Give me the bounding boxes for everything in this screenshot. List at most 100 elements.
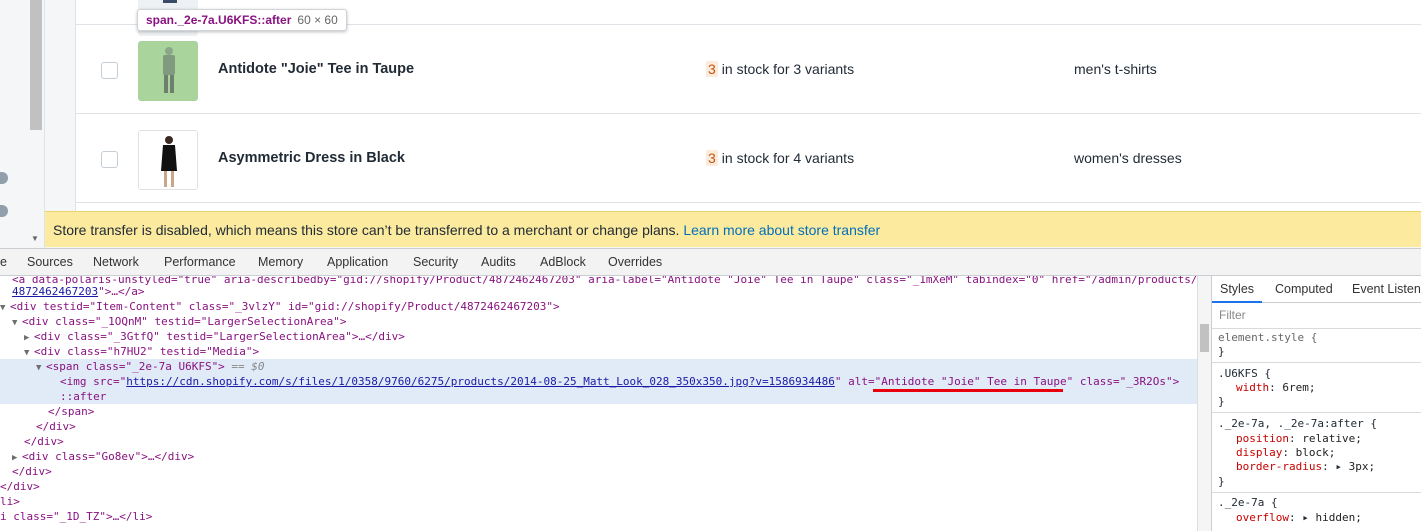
- dom-node[interactable]: </div>: [0, 479, 1197, 494]
- tab-event-listeners[interactable]: Event Listene: [1352, 282, 1421, 296]
- tab-application[interactable]: Application: [327, 255, 388, 269]
- css-declaration[interactable]: width: 6rem;: [1236, 381, 1316, 395]
- tab-network[interactable]: Network: [93, 255, 139, 269]
- stock-text: in stock for 3 variants: [721, 61, 855, 77]
- product-row[interactable]: Asymmetric Dress in Black 3 in stock for …: [76, 114, 1421, 203]
- row-checkbox[interactable]: [101, 62, 118, 79]
- eye-icon[interactable]: [0, 205, 8, 217]
- product-image: [139, 42, 197, 100]
- dom-node[interactable]: ▼ <div testid="Item-Content" class="_3vlz…: [0, 299, 1197, 314]
- dom-node-text: </div>: [12, 465, 52, 478]
- dom-href-link[interactable]: 4872462467203: [12, 285, 98, 298]
- dom-node[interactable]: ▶ <div class="Go8ev">…</div>: [0, 449, 1197, 464]
- css-value: hidden;: [1315, 511, 1362, 524]
- inspector-tooltip: span._2e-7a.U6KFS::after 60 × 60: [137, 9, 347, 31]
- scroll-down-arrow-icon[interactable]: ▼: [31, 234, 39, 243]
- css-declaration[interactable]: overflow: ▸ hidden;: [1236, 511, 1362, 525]
- styles-tab-bar: Styles Computed Event Listene: [1212, 276, 1421, 303]
- learn-more-link[interactable]: Learn more about store transfer: [683, 222, 880, 238]
- tab-elements[interactable]: e: [0, 255, 7, 269]
- dom-node-text: </div>: [0, 480, 40, 493]
- tab-security[interactable]: Security: [413, 255, 458, 269]
- active-tab-indicator: [1212, 301, 1262, 303]
- rule-close: }: [1218, 345, 1225, 358]
- dom-node[interactable]: 4872462467203">…</a>: [0, 284, 1197, 299]
- stock-count-badge: 3: [706, 150, 718, 166]
- divider: [1212, 362, 1421, 363]
- css-value: block;: [1295, 446, 1336, 459]
- page-scrollbar[interactable]: [30, 0, 42, 130]
- css-declaration[interactable]: display: block;: [1236, 446, 1335, 460]
- product-title-link[interactable]: Asymmetric Dress in Black: [218, 150, 405, 166]
- css-property: display: [1236, 446, 1283, 459]
- product-image: [161, 136, 177, 187]
- css-declaration[interactable]: border-radius: ▸ 3px;: [1236, 460, 1375, 474]
- tab-memory[interactable]: Memory: [258, 255, 303, 269]
- red-underline-annotation: [873, 389, 1063, 392]
- dom-src-link[interactable]: https://cdn.shopify.com/s/files/1/0358/9…: [126, 375, 835, 388]
- dom-node[interactable]: </div>: [0, 464, 1197, 479]
- shopify-admin-page: ▼ Antidote "Joie" Tee in Taupe 3 in stock…: [0, 0, 1421, 248]
- tooltip-size: 60 × 60: [297, 13, 338, 27]
- scrollbar-thumb[interactable]: [1200, 324, 1209, 352]
- dom-node[interactable]: </div>: [0, 434, 1197, 449]
- elements-dom-tree[interactable]: <a data-polaris-unstyled="true" aria-des…: [0, 276, 1197, 531]
- dom-node[interactable]: ▼ <div class="_1OQnM" testid="LargerSelec…: [0, 314, 1197, 329]
- tab-sources[interactable]: Sources: [27, 255, 73, 269]
- css-property: width: [1236, 381, 1270, 394]
- divider: [1212, 328, 1421, 329]
- row-checkbox[interactable]: [101, 151, 118, 168]
- store-transfer-banner: Store transfer is disabled, which means …: [45, 211, 1421, 247]
- rule-selector[interactable]: ._2e-7a {: [1218, 496, 1278, 510]
- css-declaration[interactable]: position: relative;: [1236, 432, 1362, 446]
- product-list: Antidote "Joie" Tee in Taupe 3 in stock f…: [75, 0, 1421, 211]
- product-row[interactable]: Antidote "Joie" Tee in Taupe 3 in stock f…: [76, 25, 1421, 114]
- dom-node[interactable]: ▶ <div class="_3GtfQ" testid="LargerSelec…: [0, 329, 1197, 344]
- product-thumbnail[interactable]: [138, 130, 198, 190]
- dom-node[interactable]: li>: [0, 494, 1197, 509]
- dom-node-text: </div>: [36, 420, 76, 433]
- tab-audits[interactable]: Audits: [481, 255, 516, 269]
- devtools-tab-bar: e Sources Network Performance Memory App…: [0, 249, 1421, 276]
- dom-node-text: li>: [0, 495, 20, 508]
- banner-text: Store transfer is disabled, which means …: [53, 222, 680, 238]
- css-value: 3px;: [1348, 460, 1376, 473]
- tab-overrides[interactable]: Overrides: [608, 255, 662, 269]
- rule-selector[interactable]: .U6KFS {: [1218, 367, 1271, 381]
- product-type: men's t-shirts: [1074, 61, 1157, 77]
- tab-styles[interactable]: Styles: [1220, 282, 1254, 296]
- tab-performance[interactable]: Performance: [164, 255, 236, 269]
- left-rail: [0, 0, 45, 248]
- stock-text: in stock for 4 variants: [721, 150, 855, 166]
- css-property: border-radius: [1236, 460, 1323, 473]
- dom-node-text: </div>: [24, 435, 64, 448]
- dom-node[interactable]: <img src="https://cdn.shopify.com/s/file…: [0, 374, 1197, 389]
- tab-computed[interactable]: Computed: [1275, 282, 1333, 296]
- dom-node-text: <img src=": [60, 375, 127, 388]
- tooltip-selector: span._2e-7a.U6KFS::after: [146, 13, 292, 27]
- styles-filter-input[interactable]: Filter: [1219, 308, 1246, 322]
- product-title-link[interactable]: Antidote "Joie" Tee in Taupe: [218, 61, 414, 77]
- dom-node-text: <div testid="Item-Content" class="_3vlzY…: [10, 300, 560, 313]
- dom-node[interactable]: </div>: [0, 419, 1197, 434]
- rule-close: }: [1218, 395, 1225, 408]
- dom-node-selected[interactable]: ▼ <span class="_2e-7a U6KFS"> == $0: [0, 359, 1197, 374]
- dom-node-text: <span class="_2e-7a U6KFS">: [46, 360, 225, 373]
- elements-scrollbar[interactable]: [1197, 276, 1211, 531]
- dom-node-text: <div class="Go8ev">…</div>: [22, 450, 195, 463]
- dom-node-text: </span>: [48, 405, 95, 418]
- divider: [1212, 492, 1421, 493]
- dom-node-text: i class="_1D_TZ">…</li>: [0, 510, 153, 523]
- dom-pseudo-element: ::after: [60, 390, 107, 403]
- dom-node[interactable]: </span>: [0, 404, 1197, 419]
- dom-node-text: <div class="_3GtfQ" testid="LargerSelect…: [34, 330, 405, 343]
- dom-node[interactable]: i class="_1D_TZ">…</li>: [0, 509, 1197, 524]
- css-property: overflow: [1236, 511, 1289, 524]
- minus-circle-icon[interactable]: [0, 172, 8, 184]
- product-thumbnail[interactable]: [138, 41, 198, 101]
- element-style-rule[interactable]: element.style {: [1218, 331, 1317, 345]
- tab-adblock[interactable]: AdBlock: [540, 255, 586, 269]
- css-value: 6rem;: [1282, 381, 1316, 394]
- dom-node[interactable]: ▼ <div class="h7HU2" testid="Media">: [0, 344, 1197, 359]
- rule-selector[interactable]: ._2e-7a, ._2e-7a:after {: [1218, 417, 1377, 431]
